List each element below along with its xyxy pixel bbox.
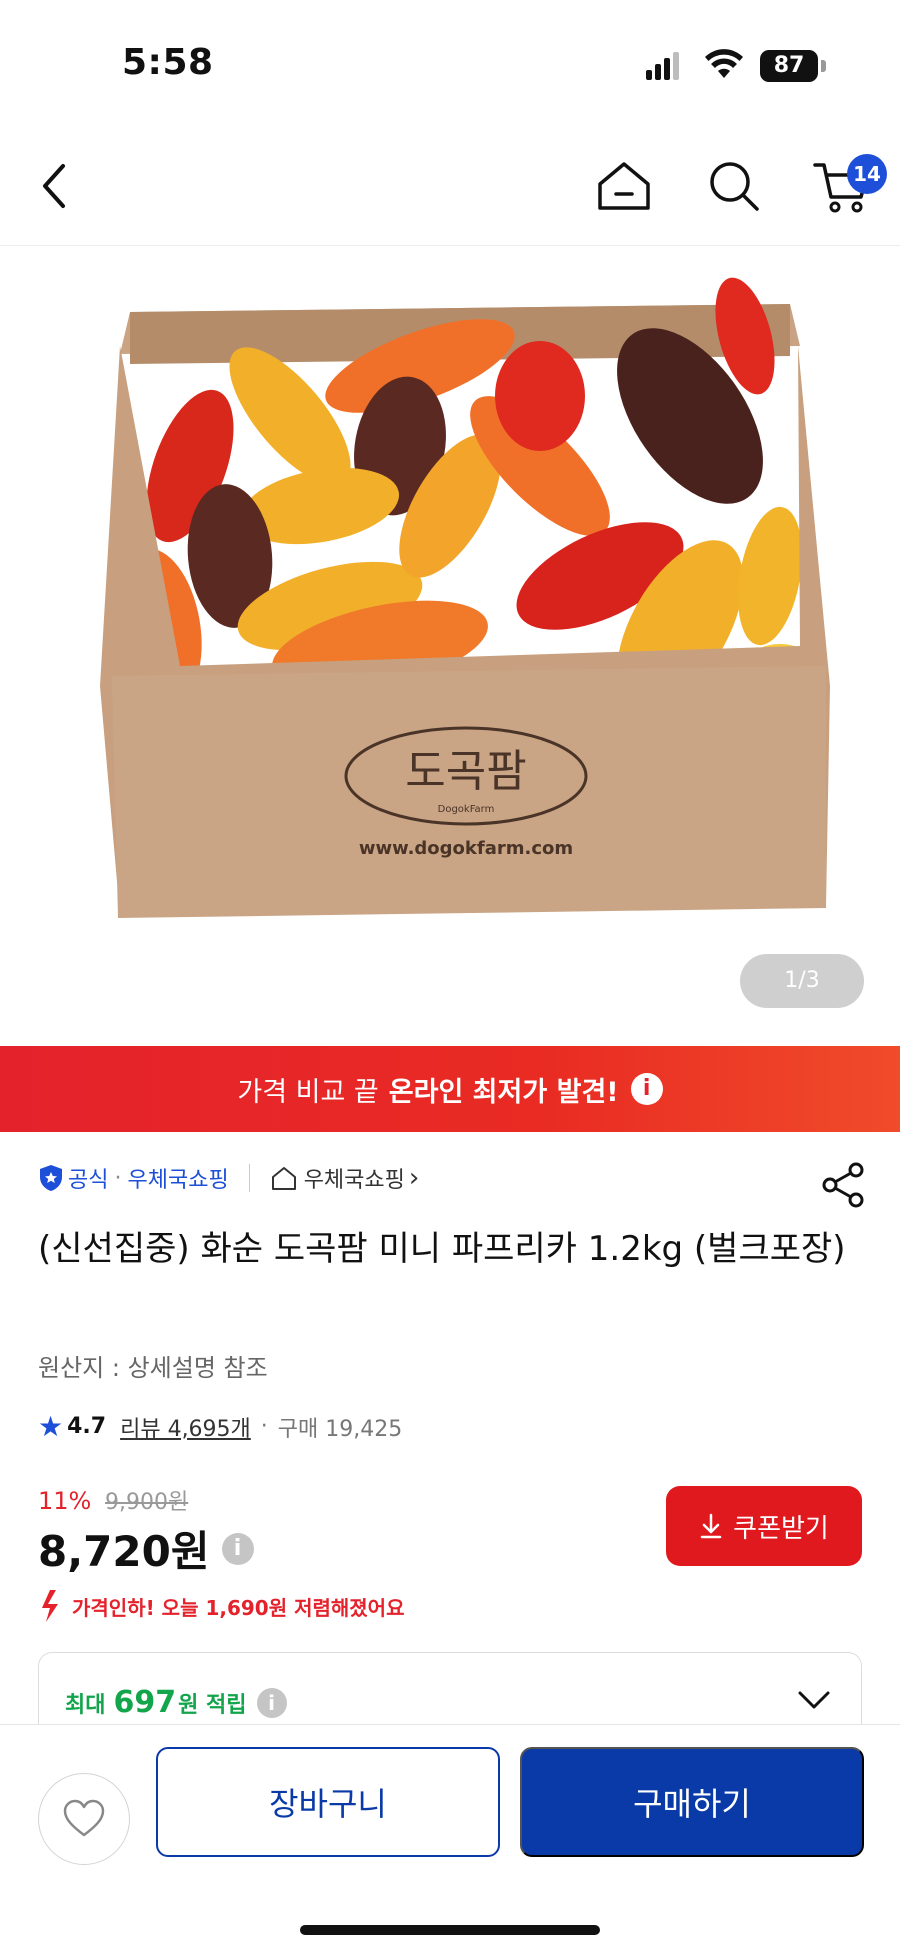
back-arrow-icon <box>43 164 65 208</box>
rating-row: ★ 4.7 리뷰 4,695개 · 구매 19,425 <box>38 1410 402 1443</box>
seller-row: 공식 · 우체국쇼핑 우체국쇼핑 › <box>38 1162 419 1194</box>
points-suffix: 원 적립 <box>178 1692 247 1718</box>
box-url-text: www.dogokfarm.com <box>359 838 573 859</box>
box-logo-text: 도곡팜 <box>405 746 526 797</box>
verified-shield-icon <box>40 1165 62 1191</box>
battery-indicator: 87 <box>760 50 818 82</box>
product-image: 도곡팜 DogokFarm www.dogokfarm.com <box>100 277 830 918</box>
search-button[interactable] <box>702 154 766 218</box>
home-indicator <box>300 1925 600 1935</box>
coupon-button-label: 쿠폰받기 <box>733 1512 829 1543</box>
price-drop-text: 가격인하! 오늘 1,690원 저렴해졌어요 <box>72 1595 405 1620</box>
points-amount: 697 <box>113 1685 177 1720</box>
banner-emphasis: 온라인 최저가 발견! <box>388 1076 619 1108</box>
sale-price-row: 8,720원 i <box>38 1518 254 1579</box>
sale-price: 8,720원 <box>38 1527 210 1576</box>
battery-tip <box>821 60 826 72</box>
banner-text: 가격 비교 끝 <box>237 1076 379 1108</box>
bottom-action-bar: 장바구니 구매하기 <box>0 1724 900 1951</box>
info-icon[interactable]: i <box>630 1073 663 1105</box>
rating-score: 4.7 <box>67 1414 107 1439</box>
store-home-icon <box>271 1167 296 1190</box>
box-logo-en-text: DogokFarm <box>438 804 495 815</box>
share-button[interactable] <box>818 1160 868 1210</box>
price-info-icon[interactable]: i <box>221 1532 254 1565</box>
purchase-count: 구매 19,425 <box>277 1416 403 1442</box>
image-counter: 1/3 <box>740 954 864 1008</box>
home-icon <box>598 162 650 210</box>
star-icon: ★ <box>38 1410 64 1443</box>
back-button[interactable] <box>22 154 86 218</box>
review-count-link[interactable]: 리뷰 4,695개 <box>120 1411 251 1443</box>
seller-name[interactable]: 우체국쇼핑 <box>127 1162 228 1194</box>
lowest-price-banner[interactable]: 가격 비교 끝 온라인 최저가 발견! i <box>0 1046 900 1132</box>
discount-rate: 11% <box>38 1487 92 1515</box>
wifi-icon <box>705 49 743 78</box>
official-badge: 공식 <box>38 1162 108 1194</box>
down-arrow-icon <box>42 1590 58 1622</box>
status-bar: 5:58 87 <box>0 0 900 120</box>
original-price: 9,900원 <box>104 1490 189 1515</box>
chevron-down-icon <box>798 1691 830 1709</box>
points-prefix: 최대 <box>65 1692 106 1718</box>
coupon-download-button[interactable]: 쿠폰받기 <box>666 1486 862 1566</box>
top-navigation <box>0 130 900 246</box>
official-label: 공식 <box>68 1168 109 1193</box>
origin-info: 원산지 : 상세설명 참조 <box>38 1354 268 1382</box>
points-info-icon[interactable]: i <box>256 1687 287 1718</box>
wishlist-button[interactable] <box>38 1773 130 1865</box>
add-to-cart-button[interactable]: 장바구니 <box>156 1747 500 1857</box>
heart-icon <box>63 1799 105 1837</box>
download-icon <box>700 1513 722 1539</box>
divider <box>248 1164 250 1192</box>
product-title: (신선집중) 화순 도곡팜 미니 파프리카 1.2kg (벌크포장) <box>38 1229 846 1269</box>
home-button[interactable] <box>592 154 656 218</box>
store-link[interactable]: 우체국쇼핑 › <box>270 1162 420 1194</box>
purchase-separator: · <box>260 1414 268 1439</box>
product-image-gallery[interactable]: 도곡팜 DogokFarm www.dogokfarm.com <box>0 246 900 1046</box>
points-text: 최대 697 원 적립 i <box>65 1685 287 1720</box>
discount-row: 11% 9,900원 <box>38 1484 188 1516</box>
cellular-signal-icon <box>646 52 680 80</box>
store-link-label: 우체국쇼핑 <box>303 1168 405 1193</box>
chevron-right-icon: › <box>408 1163 420 1193</box>
status-time: 5:58 <box>122 42 214 83</box>
share-icon <box>822 1162 864 1208</box>
cart-count-badge: 14 <box>847 154 887 194</box>
price-drop-notice: 가격인하! 오늘 1,690원 저렴해졌어요 <box>38 1588 404 1624</box>
separator-dot: · <box>114 1165 122 1191</box>
buy-now-button[interactable]: 구매하기 <box>520 1747 864 1857</box>
search-icon <box>710 162 759 211</box>
